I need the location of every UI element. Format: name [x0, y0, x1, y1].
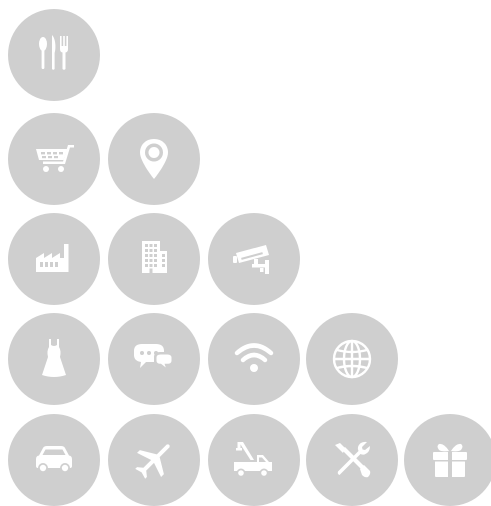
security-camera-icon[interactable]: [208, 213, 300, 305]
crane-truck-icon[interactable]: [208, 414, 300, 506]
factory-icon[interactable]: [8, 213, 100, 305]
wifi-icon-glyph: [234, 343, 274, 372]
security-camera-icon-glyph: [233, 245, 269, 274]
shopping-cart-icon-glyph: [36, 145, 74, 172]
dress-icon[interactable]: [8, 313, 100, 405]
globe-icon[interactable]: [306, 313, 398, 405]
map-pin-icon[interactable]: [108, 113, 200, 205]
tools-icon[interactable]: [306, 414, 398, 506]
gift-icon-glyph: [433, 443, 467, 477]
wifi-icon[interactable]: [208, 313, 300, 405]
tools-icon-glyph: [335, 441, 371, 478]
dress-icon-glyph: [42, 339, 66, 377]
airplane-icon[interactable]: [108, 414, 200, 506]
map-pin-icon-glyph: [140, 139, 168, 179]
globe-icon-glyph: [332, 339, 372, 379]
factory-icon-glyph: [36, 244, 69, 272]
airplane-icon-glyph: [135, 444, 170, 479]
car-icon-glyph: [36, 446, 72, 473]
car-icon[interactable]: [8, 414, 100, 506]
gift-icon[interactable]: [404, 414, 491, 506]
crane-truck-icon-glyph: [234, 442, 272, 478]
office-building-icon[interactable]: [108, 213, 200, 305]
utensils-icon-glyph: [39, 35, 68, 70]
office-building-icon-glyph: [142, 241, 167, 273]
chat-bubbles-icon[interactable]: [108, 313, 200, 405]
shopping-cart-icon[interactable]: [8, 113, 100, 205]
chat-bubbles-icon-glyph: [134, 344, 174, 372]
utensils-icon[interactable]: [8, 9, 100, 101]
